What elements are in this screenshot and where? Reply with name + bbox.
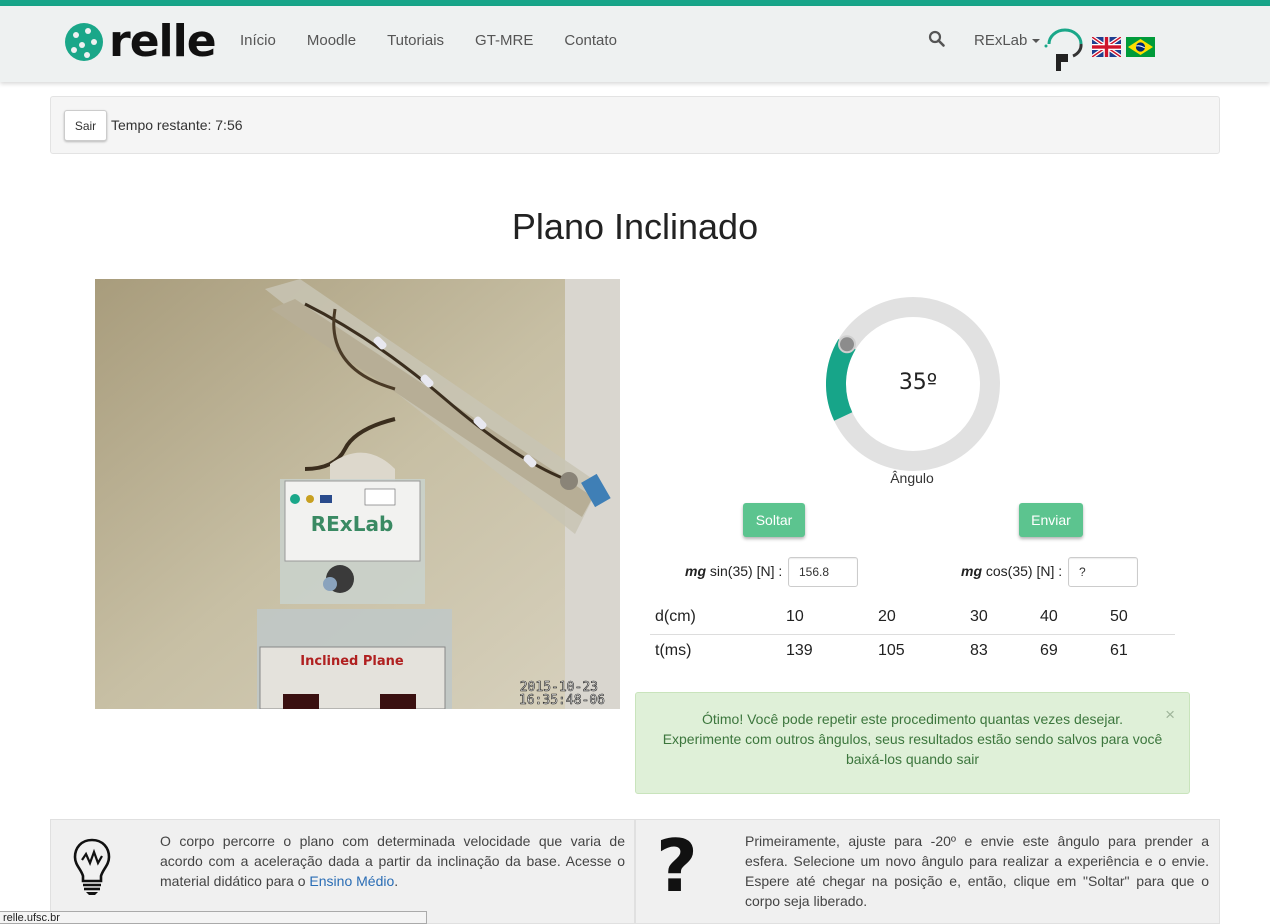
mg-sin-label: mg sin(35) [N] :	[685, 563, 782, 579]
t-header: t(ms)	[655, 642, 692, 660]
table-cell: 69	[1040, 642, 1058, 660]
brand-name: relle	[109, 16, 217, 67]
nav-link-gt-mre[interactable]: GT-MRE	[475, 32, 533, 49]
info-panel-instructions: ? Primeiramente, ajuste para -20º e envi…	[635, 819, 1220, 924]
angle-value: 35º	[898, 370, 938, 395]
user-menu-label: RExLab	[974, 32, 1028, 49]
navbar: relle Início Moodle Tutoriais GT-MRE Con…	[0, 6, 1270, 82]
uk-flag-icon[interactable]	[1092, 37, 1121, 57]
mg-cos-var: mg	[961, 563, 982, 579]
nav-link-tutoriais[interactable]: Tutoriais	[387, 32, 444, 49]
table-row: t(ms) 139 105 83 69 61	[650, 634, 1175, 668]
camera-timestamp-time: 16:35:48-06	[519, 693, 605, 708]
mg-sin-label-rest: sin(35) [N] :	[706, 563, 783, 579]
chevron-down-icon	[1032, 39, 1041, 44]
send-button[interactable]: Enviar	[1019, 503, 1083, 537]
angle-gauge-handle[interactable]	[838, 335, 856, 354]
info-description-text: O corpo percorre o plano com determinada…	[160, 831, 625, 891]
table-row: d(cm) 10 20 30 40 50	[650, 600, 1175, 635]
table-cell: 139	[786, 642, 813, 660]
results-table: d(cm) 10 20 30 40 50 t(ms) 139 105 83 69…	[650, 600, 1175, 668]
table-cell: 20	[878, 600, 970, 635]
rexlab-logo-icon	[1044, 28, 1083, 71]
relle-logo-icon	[65, 23, 103, 61]
alert-line-3: baixá-los quando sair	[845, 751, 980, 767]
lightbulb-icon	[73, 838, 111, 895]
mg-cos-input[interactable]	[1068, 557, 1138, 587]
info-panel-description: O corpo percorre o plano com determinada…	[50, 819, 635, 924]
question-icon: ?	[656, 824, 698, 908]
release-button[interactable]: Soltar	[743, 503, 805, 537]
angle-label: Ângulo	[890, 470, 934, 486]
table-cell: 30	[970, 600, 1040, 635]
page-title: Plano Inclinado	[511, 206, 759, 247]
time-remaining: Tempo restante: 7:56	[111, 117, 243, 133]
session-bar: Sair Tempo restante: 7:56	[50, 96, 1220, 154]
relle-logo[interactable]: relle	[65, 16, 217, 67]
info-instructions-text: Primeiramente, ajuste para -20º e envie …	[745, 833, 1209, 909]
nav-link-inicio[interactable]: Início	[240, 32, 276, 49]
info-description-end: .	[394, 873, 399, 889]
mg-cos-label: mg cos(35) [N] :	[961, 563, 1062, 579]
table-cell: 40	[1040, 600, 1110, 635]
exit-button[interactable]: Sair	[64, 110, 107, 141]
camera-sign-text: RExLab	[311, 512, 394, 536]
camera-image: RExLab Inclined Plane 2015-10-23 16:35:4…	[95, 279, 620, 709]
close-icon[interactable]: ×	[1165, 705, 1175, 725]
ensino-medio-link[interactable]: Ensino Médio	[309, 873, 394, 889]
alert-line-1: Ótimo! Você pode repetir este procedimen…	[701, 711, 1124, 727]
nav-link-moodle[interactable]: Moodle	[307, 32, 356, 49]
success-alert: × Ótimo! Você pode repetir este procedim…	[635, 692, 1190, 794]
table-cell: 10	[786, 600, 878, 635]
table-cell: 61	[1110, 642, 1128, 660]
nav-links: Início Moodle Tutoriais GT-MRE Contato	[240, 32, 648, 49]
camera-device-label: Inclined Plane	[300, 654, 404, 669]
brazil-flag-icon[interactable]	[1126, 37, 1155, 57]
search-icon[interactable]	[928, 30, 946, 48]
d-header: d(cm)	[650, 600, 786, 635]
table-cell: 105	[878, 642, 905, 660]
alert-line-2: Experimente com outros ângulos, seus res…	[662, 731, 1163, 747]
camera-feed: RExLab Inclined Plane 2015-10-23 16:35:4…	[95, 279, 620, 709]
user-menu-dropdown[interactable]: RExLab	[974, 32, 1041, 49]
mg-sin-input[interactable]	[788, 557, 858, 587]
mg-cos-label-rest: cos(35) [N] :	[982, 563, 1063, 579]
mg-sin-var: mg	[685, 563, 706, 579]
table-cell: 83	[970, 642, 988, 660]
table-cell: 50	[1110, 600, 1175, 635]
status-bar-url: relle.ufsc.br	[0, 911, 427, 924]
nav-link-contato[interactable]: Contato	[564, 32, 617, 49]
